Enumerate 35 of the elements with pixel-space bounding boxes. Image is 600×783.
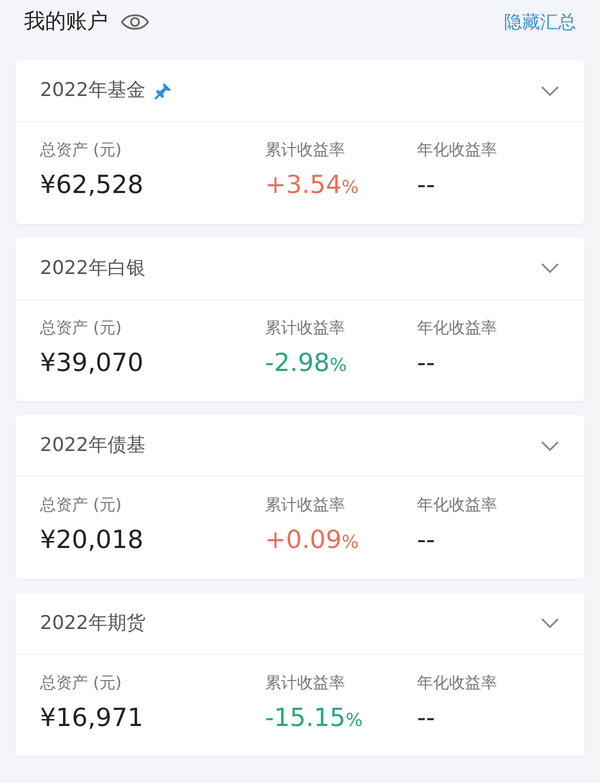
- chevron-icon[interactable]: [540, 440, 560, 452]
- total-assets: ¥39,070: [40, 346, 144, 378]
- chevron-icon[interactable]: [540, 84, 560, 96]
- stat-label: 总资产 (元): [40, 316, 123, 338]
- annual-return: --: [417, 524, 436, 556]
- chevron-icon[interactable]: [540, 617, 560, 629]
- stat-label: 累计收益率: [265, 494, 346, 516]
- chevron-icon[interactable]: [540, 262, 560, 274]
- annual-return: --: [417, 702, 436, 734]
- annual-return: --: [417, 346, 436, 378]
- stat-label: 累计收益率: [265, 672, 346, 694]
- stat-label: 年化收益率: [417, 494, 498, 516]
- account-name: 2022年期货: [40, 610, 146, 636]
- stat-label: 总资产 (元): [40, 672, 123, 694]
- total-assets: ¥20,018: [40, 524, 144, 556]
- total-assets: ¥62,528: [40, 169, 144, 201]
- stat-label: 总资产 (元): [40, 139, 123, 161]
- stat-label: 累计收益率: [265, 316, 346, 338]
- return-rate: +3.54%: [265, 169, 360, 201]
- hide-summary-link[interactable]: 隐藏汇总: [504, 8, 576, 36]
- total-assets: ¥16,971: [40, 702, 144, 734]
- stat-label: 年化收益率: [417, 672, 498, 694]
- stat-label: 累计收益率: [265, 139, 346, 161]
- stat-label: 年化收益率: [417, 316, 498, 338]
- return-rate: -2.98%: [265, 346, 348, 378]
- page-title: 我的账户: [24, 8, 108, 36]
- return-rate: +0.09%: [265, 524, 360, 556]
- annual-return: --: [417, 169, 436, 201]
- account-name: 2022年债基: [40, 433, 146, 458]
- stat-label: 总资产 (元): [40, 494, 123, 516]
- account-name: 2022年白银: [40, 256, 146, 281]
- eye-icon[interactable]: [120, 12, 150, 32]
- stat-label: 年化收益率: [417, 139, 498, 161]
- account-name: 2022年基金: [40, 78, 146, 104]
- return-rate: -15.15%: [265, 702, 364, 734]
